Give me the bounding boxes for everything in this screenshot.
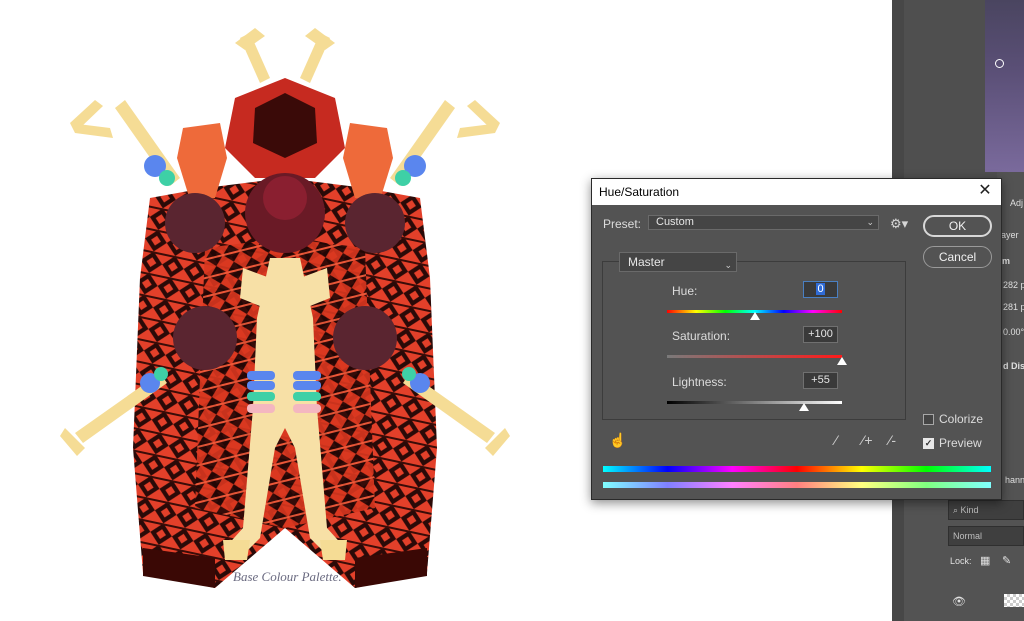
lightness-value-input[interactable]: +55 <box>803 372 838 389</box>
hue-saturation-dialog: Hue/Saturation ✕ Preset: Custom ⌄ ⚙▾ OK … <box>591 178 1002 500</box>
panel-toolbar <box>904 0 997 180</box>
output-spectrum-bar <box>603 482 991 488</box>
lightness-label: Lightness: <box>672 375 727 389</box>
saturation-label: Saturation: <box>672 329 731 343</box>
layer-filter-kind[interactable]: ⌕ Kind <box>948 500 1024 520</box>
layer-thumbnail[interactable] <box>1004 594 1024 607</box>
channel-value: Master <box>628 255 665 269</box>
channel-select[interactable]: Master ⌄ <box>619 252 737 272</box>
preview-label: Preview <box>939 436 982 450</box>
lightness-slider-track[interactable] <box>667 401 842 404</box>
panel-angle-value[interactable]: 0.00° <box>1003 327 1024 337</box>
preset-label: Preset: <box>603 217 642 231</box>
lightness-slider-thumb[interactable] <box>798 403 809 411</box>
saturation-slider-track[interactable] <box>667 355 842 358</box>
cancel-button[interactable]: Cancel <box>923 246 992 268</box>
symmetric-artwork: Base Colour Palette. <box>60 28 510 588</box>
panel-w-label: m <box>1002 256 1011 266</box>
search-icon: ⌕ <box>953 505 961 515</box>
lock-label: Lock: <box>950 556 972 566</box>
hue-slider-thumb[interactable] <box>749 312 760 320</box>
chevron-down-icon: ⌄ <box>724 260 732 270</box>
color-picker-field[interactable] <box>985 0 1024 172</box>
panel-channels-tab[interactable]: hanne <box>1005 475 1024 485</box>
blend-mode-label: Normal <box>953 531 983 541</box>
saturation-slider-thumb[interactable] <box>837 357 847 365</box>
hue-label: Hue: <box>672 284 698 298</box>
eyedropper-minus-icon[interactable]: ⁄- <box>889 433 896 447</box>
panel-width-value[interactable]: 282 px <box>1003 280 1024 290</box>
preview-checkbox[interactable]: ✓ <box>923 438 934 449</box>
color-picker-ring-icon[interactable] <box>995 59 1004 68</box>
lock-transparent-icon[interactable]: ▦ <box>980 554 990 567</box>
kind-label: Kind <box>960 505 979 515</box>
gear-icon[interactable]: ⚙▾ <box>890 217 908 230</box>
dialog-titlebar[interactable]: Hue/Saturation ✕ <box>592 179 1001 205</box>
chevron-down-icon: ⌄ <box>866 217 874 227</box>
input-spectrum-bar <box>603 466 991 472</box>
eyedropper-icon[interactable]: ⁄ <box>835 433 837 447</box>
hand-target-icon[interactable]: ☝ <box>609 433 626 447</box>
panel-tab-adjustments[interactable]: Adj <box>1010 198 1023 208</box>
hue-value-input[interactable]: 0 <box>803 281 838 298</box>
eyedropper-plus-icon[interactable]: ⁄+ <box>862 433 873 447</box>
visibility-eye-icon[interactable]: 👁 <box>952 595 966 608</box>
saturation-value-input[interactable]: +100 <box>803 326 838 343</box>
dialog-title: Hue/Saturation <box>599 185 680 199</box>
blend-mode-select[interactable]: Normal <box>948 526 1024 546</box>
hue-value-text: 0 <box>816 283 825 295</box>
close-icon[interactable]: ✕ <box>975 181 995 201</box>
preset-select[interactable]: Custom ⌄ <box>648 215 879 230</box>
preset-value: Custom <box>656 216 694 228</box>
adjustment-group <box>602 261 906 420</box>
lock-pixels-icon[interactable]: ✎ <box>1002 554 1011 567</box>
colorize-label: Colorize <box>939 412 984 426</box>
panel-height-value[interactable]: 281 px <box>1003 302 1024 312</box>
panel-displace-label: d Dis <box>1003 361 1024 371</box>
panel-layer-label: ayer <box>1001 230 1019 240</box>
ok-button[interactable]: OK <box>923 215 992 237</box>
canvas-caption: Base Colour Palette. <box>233 569 342 584</box>
colorize-checkbox[interactable] <box>923 414 934 425</box>
